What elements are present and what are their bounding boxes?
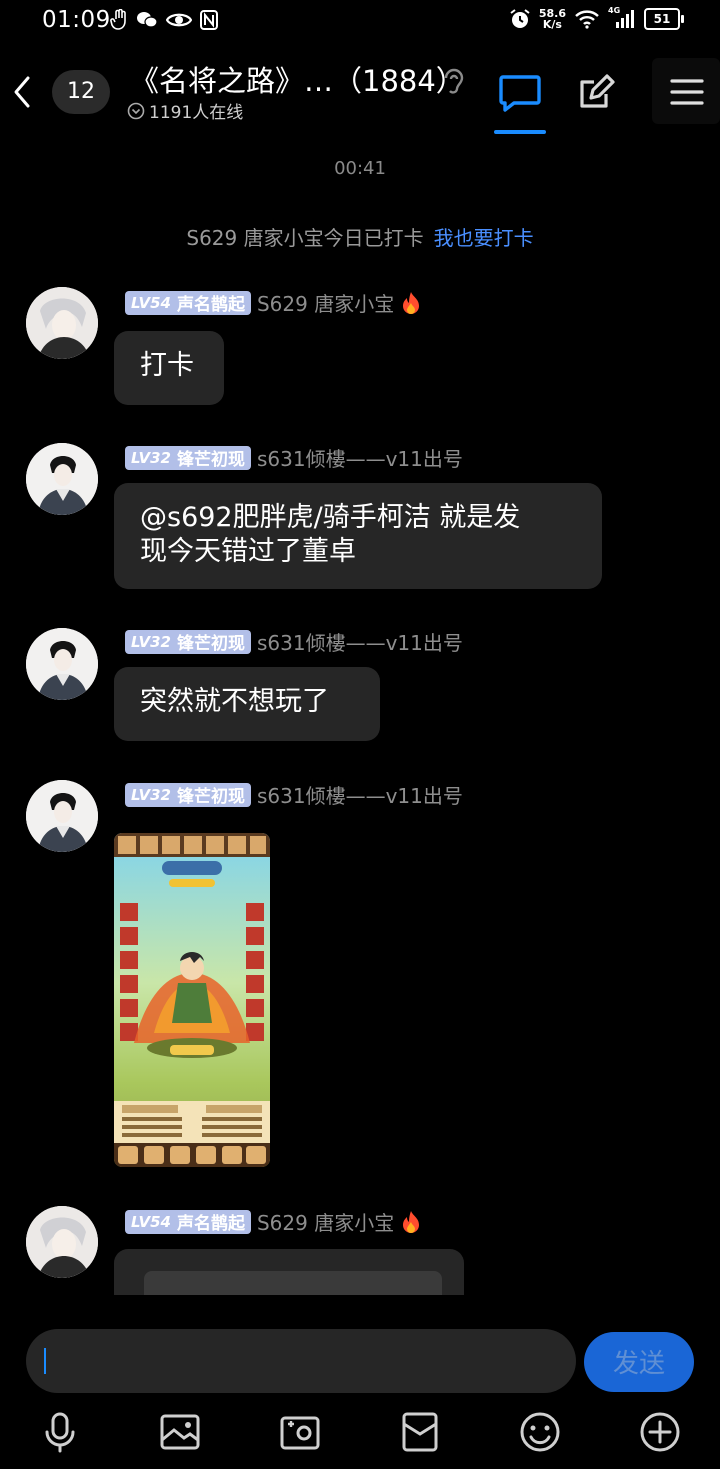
eye-icon [166,13,192,27]
input-bar: 发送 [0,1295,720,1395]
message-timestamp: 00:41 [334,158,386,179]
wechat-icon [137,12,158,28]
microphone-icon[interactable] [38,1410,82,1454]
battery-indicator: 51 [644,8,684,30]
send-button[interactable]: 发送 [584,1332,694,1392]
avatar[interactable] [26,443,98,515]
wifi-icon [575,10,599,29]
cellular-signal-icon: 4G [608,6,636,30]
quoted-card [144,1271,442,1295]
level-badge: LV54 声名鹊起 [125,290,251,315]
message-meta: LV32 锋芒初现 s631倾樓——v11出号 [125,780,463,809]
tab-chat[interactable] [494,70,546,134]
text-cursor [44,1348,46,1374]
edit-icon[interactable] [576,72,616,112]
chat-header: 12 《名将之路》…（1884） 1191人在线 [0,52,720,136]
network-speed: 58.6 K/s [538,7,566,31]
menu-button[interactable] [652,58,720,124]
active-tab-indicator [494,130,546,134]
level-badge: LV54 声名鹊起 [125,1209,251,1234]
sender-name[interactable]: S629 唐家小宝 [257,288,394,317]
avatar[interactable] [26,628,98,700]
fire-icon [403,1210,420,1233]
avatar[interactable] [26,1206,98,1278]
level-badge: LV32 锋芒初现 [125,445,251,470]
camera-icon[interactable] [278,1410,322,1454]
red-packet-icon[interactable] [398,1410,442,1454]
image-icon[interactable] [158,1410,202,1454]
message-meta: LV54 声名鹊起 S629 唐家小宝 [125,1207,422,1236]
message-meta: LV32 锋芒初现 s631倾樓——v11出号 [125,627,463,656]
ear-icon [444,68,464,94]
unread-count-badge[interactable]: 12 [52,70,110,114]
level-badge: LV32 锋芒初现 [125,629,251,654]
sender-name[interactable]: s631倾樓——v11出号 [257,627,463,656]
message-meta: LV54 声名鹊起 S629 唐家小宝 [125,288,422,317]
avatar[interactable] [26,287,98,359]
chat-title[interactable]: 《名将之路》…（1884） [130,58,465,100]
avatar[interactable] [26,780,98,852]
hand-icon [110,9,126,30]
sender-name[interactable]: s631倾樓——v11出号 [257,443,463,472]
checkin-notice: S629 唐家小宝今日已打卡 我也要打卡 [186,226,534,250]
bottom-toolbar [0,1400,720,1469]
plus-icon[interactable] [638,1410,682,1454]
game-screenshot-image[interactable] [114,833,270,1167]
message-bubble[interactable]: @s692肥胖虎/骑手柯洁 就是发 现今天错过了董卓 [114,483,602,589]
message-input[interactable] [26,1329,576,1393]
checkin-link[interactable]: 我也要打卡 [434,226,534,250]
chevron-down-circle-icon [127,102,145,119]
sender-name[interactable]: s631倾樓——v11出号 [257,780,463,809]
chat-bubble-icon [499,75,541,112]
emoji-icon[interactable] [518,1410,562,1454]
message-bubble[interactable]: 突然就不想玩了 [114,667,380,741]
back-arrow-icon[interactable] [8,72,38,112]
fire-icon [403,291,420,314]
message-bubble[interactable] [114,1249,464,1295]
online-count[interactable]: 1191人在线 [127,98,243,123]
menu-icon [670,79,704,105]
status-time: 01:09 [42,7,111,33]
level-badge: LV32 锋芒初现 [125,782,251,807]
alarm-icon [510,9,530,28]
sender-name[interactable]: S629 唐家小宝 [257,1207,394,1236]
nfc-icon [200,10,218,30]
message-bubble[interactable]: 打卡 [114,331,224,405]
message-meta: LV32 锋芒初现 s631倾樓——v11出号 [125,443,463,472]
status-bar: 01:09 58.6 K/s 4G 51 [0,0,720,44]
